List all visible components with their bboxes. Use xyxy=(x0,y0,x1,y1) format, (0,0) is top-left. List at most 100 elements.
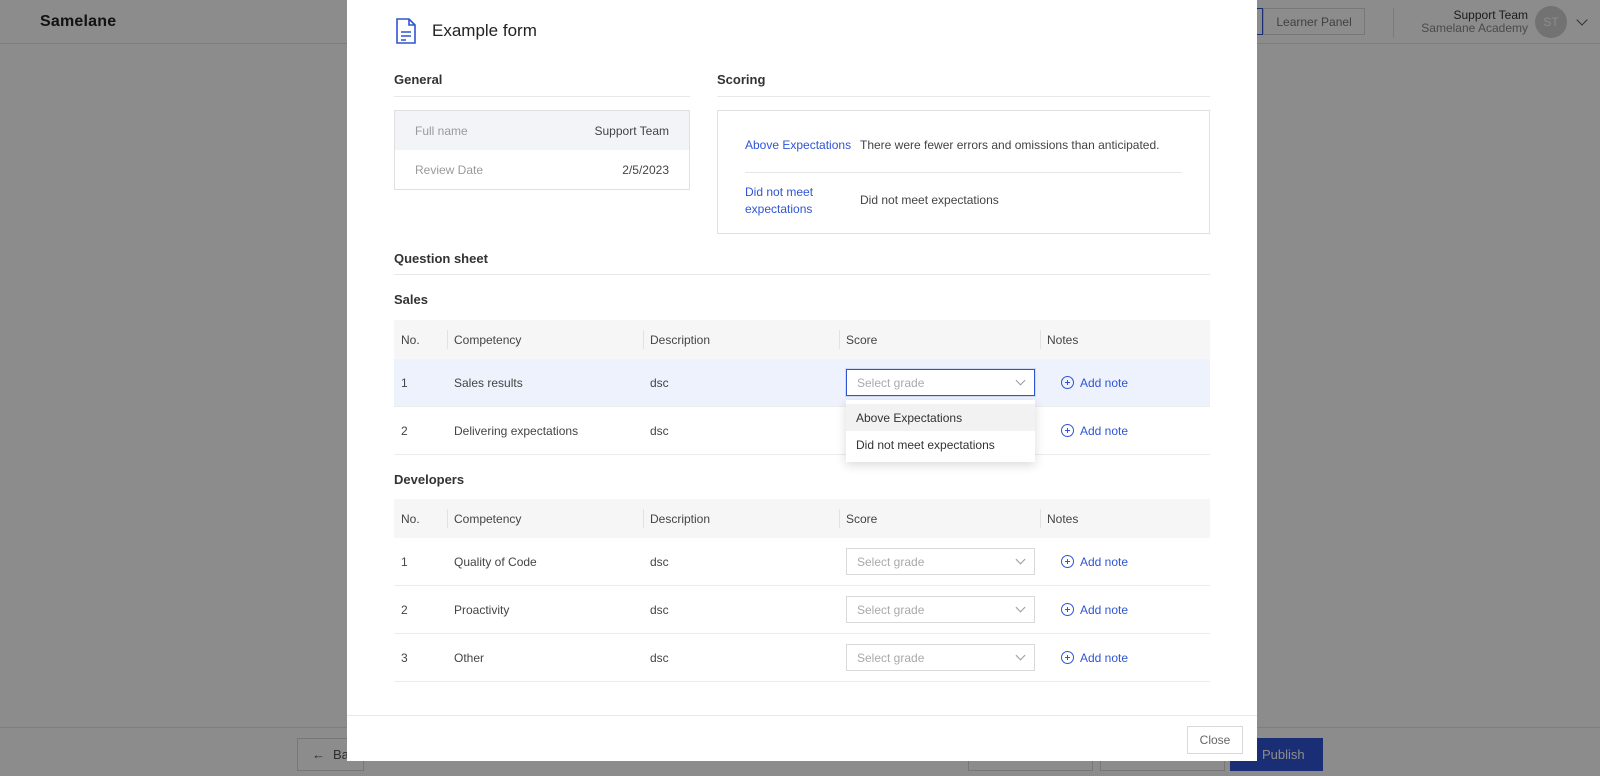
general-section-title: General xyxy=(394,72,443,87)
scoring-item-description: There were fewer errors and omissions th… xyxy=(860,138,1160,152)
chevron-down-icon xyxy=(1015,602,1026,613)
table-row: 2 Proactivity dsc Select grade Add note xyxy=(394,586,1210,634)
row-competency: Other xyxy=(454,650,485,665)
notes-cell: Add note xyxy=(1040,359,1210,406)
general-row: Full name Support Team xyxy=(395,111,689,150)
chevron-down-icon xyxy=(1015,554,1026,565)
general-value: 2/5/2023 xyxy=(622,162,669,177)
form-preview-modal: Example form General Full name Support T… xyxy=(347,0,1257,761)
column-header-score: Score xyxy=(839,499,1040,538)
general-value: Support Team xyxy=(594,123,670,138)
score-cell: Select grade xyxy=(839,538,1040,585)
modal-footer-divider xyxy=(347,715,1257,716)
add-note-button[interactable]: Add note xyxy=(1047,376,1128,390)
divider xyxy=(394,96,690,97)
grade-select[interactable]: Select grade xyxy=(846,596,1035,623)
row-number: 1 xyxy=(401,554,408,569)
add-note-button[interactable]: Add note xyxy=(1047,603,1128,617)
divider xyxy=(717,96,1210,97)
score-cell: Select grade xyxy=(839,586,1040,633)
row-number: 1 xyxy=(401,375,408,390)
developers-table: No. Competency Description Score Notes 1… xyxy=(394,499,1210,682)
add-note-label: Add note xyxy=(1080,650,1129,665)
table-header: No. Competency Description Score Notes xyxy=(394,499,1210,538)
plus-circle-icon xyxy=(1061,376,1074,389)
table-header: No. Competency Description Score Notes xyxy=(394,320,1210,359)
dropdown-option[interactable]: Above Expectations xyxy=(846,404,1035,431)
table-row: 3 Other dsc Select grade Add note xyxy=(394,634,1210,682)
table-row: 1 Quality of Code dsc Select grade Add n… xyxy=(394,538,1210,586)
column-header-notes: Notes xyxy=(1040,499,1210,538)
row-competency: Proactivity xyxy=(454,602,510,617)
general-label: Full name xyxy=(415,123,468,138)
row-description: dsc xyxy=(650,375,669,390)
table-row: 1 Sales results dsc Select grade Add not… xyxy=(394,359,1210,407)
plus-circle-icon xyxy=(1061,424,1074,437)
close-button[interactable]: Close xyxy=(1187,726,1243,754)
divider xyxy=(745,172,1182,173)
row-number: 2 xyxy=(401,423,408,438)
column-header-no: No. xyxy=(401,511,420,526)
row-number: 2 xyxy=(401,602,408,617)
grade-select-placeholder: Select grade xyxy=(857,602,925,617)
grade-select-placeholder: Select grade xyxy=(857,554,925,569)
grade-select[interactable]: Select grade xyxy=(846,369,1035,396)
scoring-item-name: Did not meet expectations xyxy=(745,185,814,216)
scoring-section-title: Scoring xyxy=(717,72,766,87)
section-title-sales: Sales xyxy=(394,292,428,307)
chevron-down-icon xyxy=(1015,375,1026,386)
row-description: dsc xyxy=(650,650,669,665)
column-header-competency: Competency xyxy=(447,320,643,359)
scoring-item: Did not meet expectations Did not meet e… xyxy=(745,184,1182,218)
column-header-notes: Notes xyxy=(1040,320,1210,359)
scoring-item-description: Did not meet expectations xyxy=(860,193,999,207)
score-cell: Select grade xyxy=(839,359,1040,406)
modal-header: Example form xyxy=(394,18,537,44)
add-note-label: Add note xyxy=(1080,375,1129,390)
row-description: dsc xyxy=(650,602,669,617)
plus-circle-icon xyxy=(1061,555,1074,568)
add-note-label: Add note xyxy=(1080,602,1129,617)
row-competency: Delivering expectations xyxy=(454,423,579,438)
column-header-competency: Competency xyxy=(447,499,643,538)
dropdown-option[interactable]: Did not meet expectations xyxy=(846,431,1035,458)
row-competency: Quality of Code xyxy=(454,554,537,569)
plus-circle-icon xyxy=(1061,603,1074,616)
chevron-down-icon xyxy=(1015,650,1026,661)
add-note-label: Add note xyxy=(1080,423,1129,438)
notes-cell: Add note xyxy=(1040,634,1210,681)
document-icon xyxy=(396,18,416,44)
score-cell: Select grade xyxy=(839,634,1040,681)
column-header-description: Description xyxy=(643,499,839,538)
general-label: Review Date xyxy=(415,162,484,177)
add-note-button[interactable]: Add note xyxy=(1047,651,1128,665)
grade-select[interactable]: Select grade xyxy=(846,548,1035,575)
scoring-box: Above Expectations There were fewer erro… xyxy=(717,110,1210,234)
add-note-button[interactable]: Add note xyxy=(1047,555,1128,569)
divider xyxy=(394,274,1210,275)
general-info-box: Full name Support Team Review Date 2/5/2… xyxy=(394,110,690,190)
add-note-button[interactable]: Add note xyxy=(1047,424,1128,438)
modal-title: Example form xyxy=(432,21,537,40)
notes-cell: Add note xyxy=(1040,407,1210,454)
grade-dropdown-menu: Above Expectations Did not meet expectat… xyxy=(846,400,1035,462)
row-description: dsc xyxy=(650,423,669,438)
sales-table: No. Competency Description Score Notes 1… xyxy=(394,320,1210,455)
general-row: Review Date 2/5/2023 xyxy=(395,150,689,189)
question-sheet-title: Question sheet xyxy=(394,251,488,266)
section-title-developers: Developers xyxy=(394,472,465,487)
column-header-score: Score xyxy=(839,320,1040,359)
notes-cell: Add note xyxy=(1040,538,1210,585)
row-description: dsc xyxy=(650,554,669,569)
scoring-item-name: Above Expectations xyxy=(745,138,852,152)
add-note-label: Add note xyxy=(1080,554,1129,569)
grade-select[interactable]: Select grade xyxy=(846,644,1035,671)
scoring-item: Above Expectations There were fewer erro… xyxy=(745,137,1182,154)
plus-circle-icon xyxy=(1061,651,1074,664)
column-header-description: Description xyxy=(643,320,839,359)
row-number: 3 xyxy=(401,650,408,665)
grade-select-placeholder: Select grade xyxy=(857,650,925,665)
row-competency: Sales results xyxy=(454,375,523,390)
notes-cell: Add note xyxy=(1040,586,1210,633)
grade-select-placeholder: Select grade xyxy=(857,375,925,390)
